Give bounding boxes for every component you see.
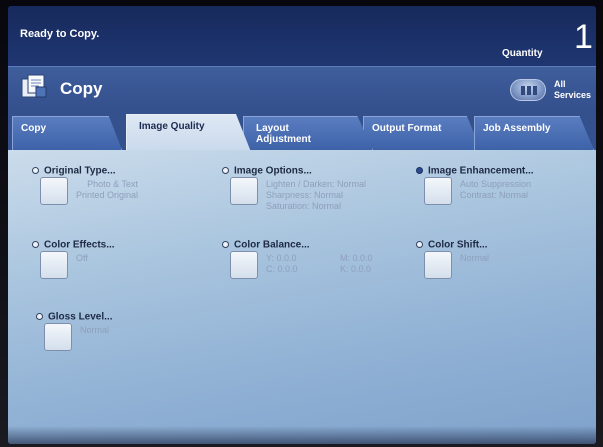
status-message: Ready to Copy. xyxy=(20,28,100,40)
radio-indicator xyxy=(32,241,39,249)
color-shift-button[interactable] xyxy=(424,251,452,279)
option-value: Contrast: Normal xyxy=(460,190,529,200)
all-services-button[interactable]: All Services xyxy=(510,75,596,109)
tab-label: Output Format xyxy=(372,123,442,134)
tab-copy[interactable]: Copy xyxy=(12,116,122,150)
radio-indicator xyxy=(222,167,229,175)
tab-strip: Copy Output Format Job Assembly Layout A… xyxy=(8,110,596,152)
color-balance-m: M: 0.0.0 xyxy=(340,253,373,263)
services-icon xyxy=(510,79,546,101)
gloss-level-button[interactable] xyxy=(44,323,72,351)
color-balance-button[interactable] xyxy=(230,251,258,279)
option-value: Off xyxy=(76,253,88,263)
tab-label: Layout Adjustment xyxy=(256,123,311,145)
color-balance-c: C: 0.0.0 xyxy=(266,264,298,274)
option-title: Original Type... xyxy=(44,165,116,177)
tab-label: Image Quality xyxy=(139,121,205,132)
color-balance-y: Y: 0.0.0 xyxy=(266,253,297,263)
image-enhancement-button[interactable] xyxy=(424,177,452,205)
tab-job-assembly[interactable]: Job Assembly xyxy=(474,116,594,150)
option-title: Gloss Level... xyxy=(48,311,113,323)
quantity-label: Quantity xyxy=(502,48,543,59)
quantity-value[interactable]: 1 xyxy=(574,20,593,54)
tab-image-quality[interactable]: Image Quality xyxy=(126,114,251,152)
option-value: Lighten / Darken: Normal xyxy=(266,179,367,189)
option-value: Photo & Text xyxy=(87,179,138,189)
image-quality-panel: Original Type... Photo & Text Printed Or… xyxy=(8,150,596,444)
option-title: Image Enhancement... xyxy=(428,165,534,177)
color-effects-button[interactable] xyxy=(40,251,68,279)
touch-screen: Ready to Copy. Quantity 1 Copy All Servi… xyxy=(8,6,596,444)
header-bar: Copy All Services xyxy=(8,66,596,110)
color-balance-k: K: 0.0.0 xyxy=(340,264,372,274)
option-value: Normal xyxy=(80,325,110,335)
radio-indicator xyxy=(36,313,43,321)
tab-output-format[interactable]: Output Format xyxy=(363,116,481,150)
original-type-button[interactable] xyxy=(40,177,68,205)
option-value: Auto Suppression xyxy=(460,179,532,189)
tab-label: Copy xyxy=(21,123,46,134)
status-bar: Ready to Copy. Quantity 1 xyxy=(8,6,596,66)
option-value: Sharpness: Normal xyxy=(266,190,344,200)
option-title: Color Balance... xyxy=(234,239,310,251)
option-title: Image Options... xyxy=(234,165,312,177)
option-value: Saturation: Normal xyxy=(266,201,342,211)
option-value: Normal xyxy=(460,253,490,263)
tab-layout-adjustment[interactable]: Layout Adjustment xyxy=(243,116,373,150)
bottom-shade xyxy=(8,426,596,444)
option-title: Color Effects... xyxy=(44,239,115,251)
option-value: Printed Original xyxy=(76,190,139,200)
radio-indicator-selected xyxy=(416,167,423,175)
option-title: Color Shift... xyxy=(428,239,488,251)
all-services-label: All Services xyxy=(554,79,592,100)
radio-indicator xyxy=(416,241,423,249)
radio-indicator xyxy=(32,167,39,175)
tab-label: Job Assembly xyxy=(483,123,551,134)
radio-indicator xyxy=(222,241,229,249)
image-options-button[interactable] xyxy=(230,177,258,205)
app-title: Copy xyxy=(60,79,103,98)
copy-icon xyxy=(21,74,47,98)
